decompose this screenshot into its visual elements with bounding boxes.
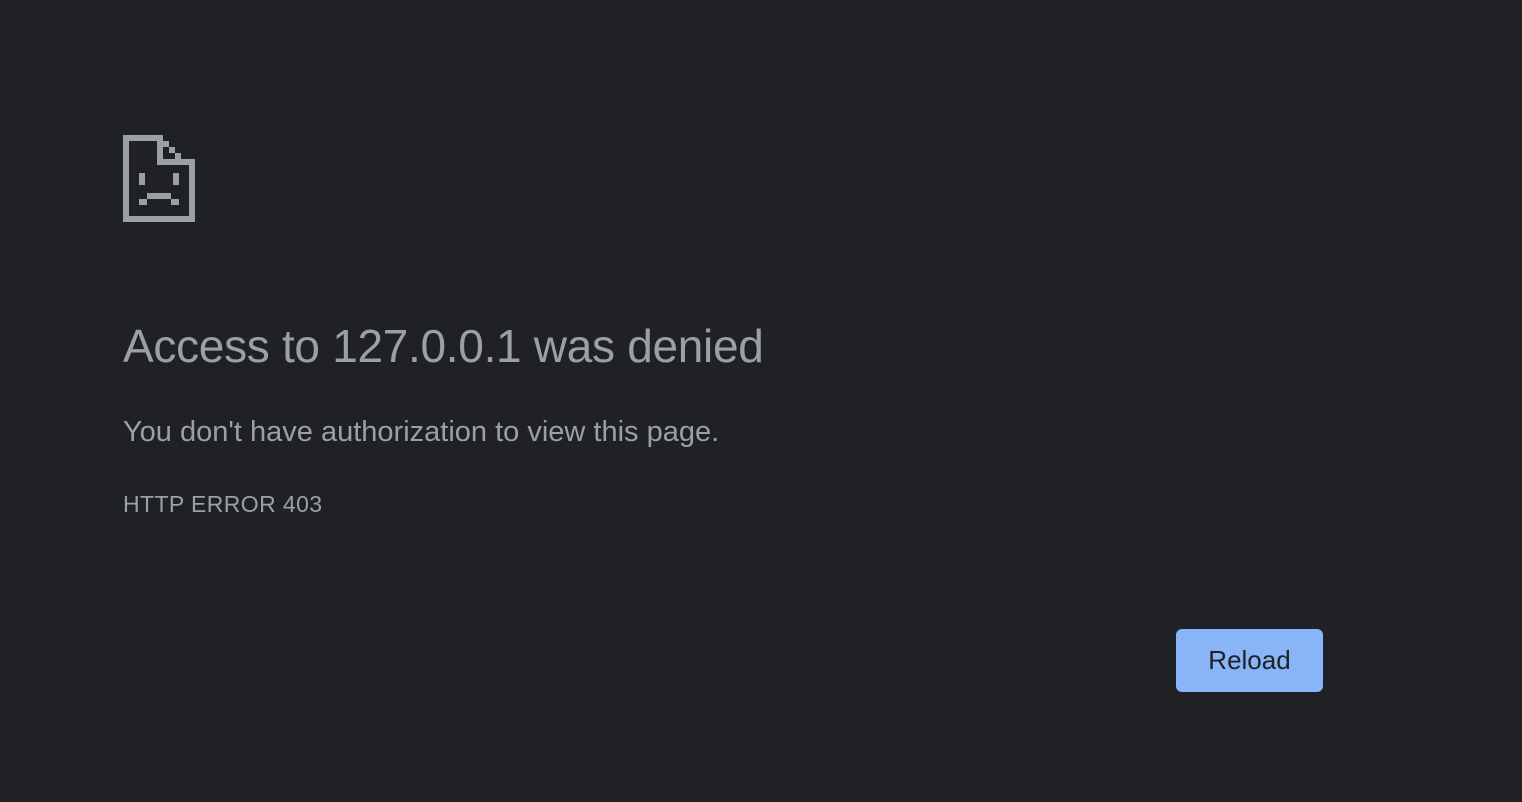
error-message: You don't have authorization to view thi… — [123, 416, 720, 448]
error-heading: Access to 127.0.0.1 was denied — [123, 320, 764, 372]
error-code: HTTP ERROR 403 — [123, 491, 323, 517]
reload-button[interactable]: Reload — [1176, 629, 1323, 692]
sad-page-icon — [123, 135, 195, 222]
